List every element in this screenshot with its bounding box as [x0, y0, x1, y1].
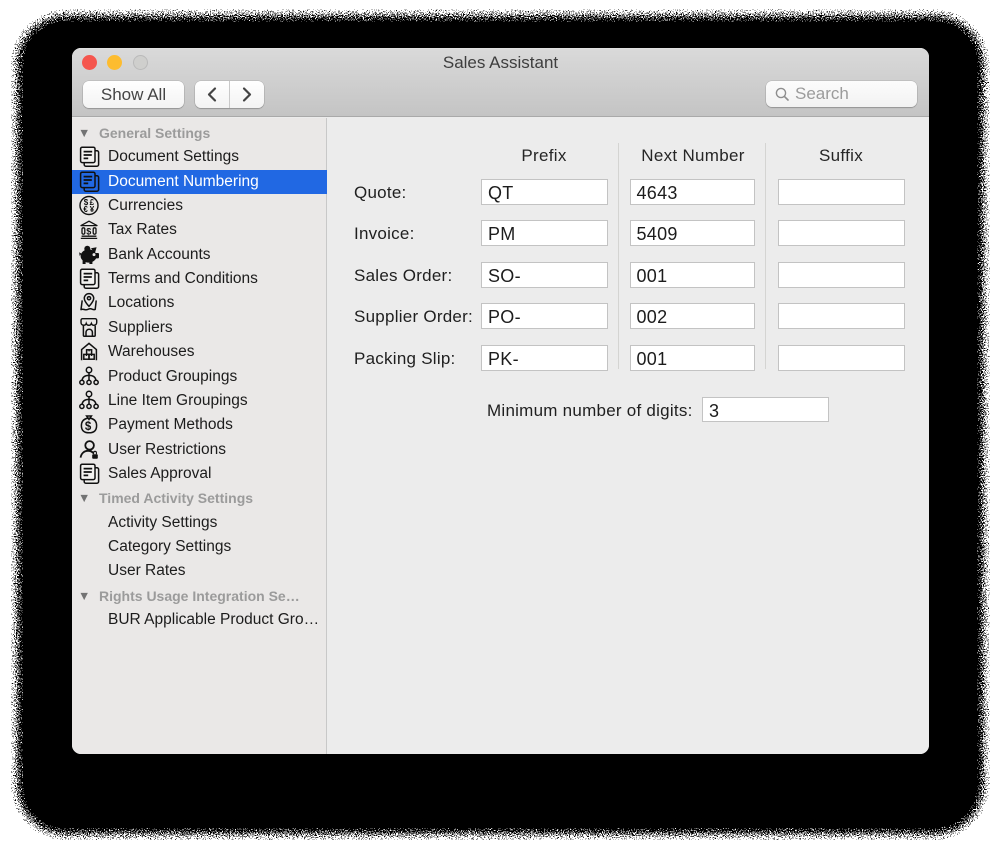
svg-text:¥: ¥: [90, 205, 95, 214]
svg-text:€: €: [83, 205, 88, 214]
svg-text:$: $: [86, 227, 91, 237]
svg-text:$: $: [85, 421, 92, 433]
